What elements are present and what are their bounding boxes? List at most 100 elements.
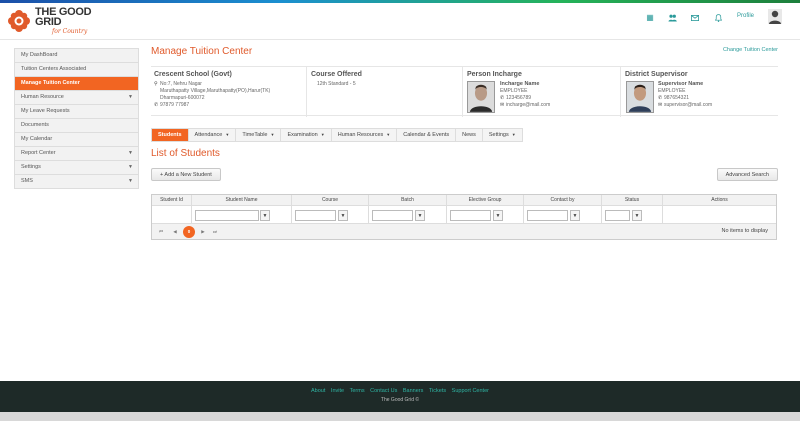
filter-icon[interactable]: ▼ bbox=[493, 210, 503, 221]
column-header[interactable]: Course bbox=[292, 195, 369, 205]
brand-tagline: for Country bbox=[52, 28, 88, 35]
incharge-role: EMPLOYEE bbox=[500, 88, 528, 94]
supervisor-email[interactable]: ✉ supervisor@mail.com bbox=[658, 102, 712, 109]
sidebar-item-documents[interactable]: Documents bbox=[15, 119, 138, 133]
tab-attendance[interactable]: Attendance ▼ bbox=[188, 129, 237, 141]
sidebar-item-label: My DashBoard bbox=[21, 52, 58, 58]
sidebar-item-label: My Calendar bbox=[21, 136, 53, 142]
course-filter-input[interactable] bbox=[295, 210, 336, 221]
last-page-icon[interactable]: ⏭ bbox=[211, 228, 219, 236]
next-page-icon[interactable]: ▶ bbox=[199, 228, 207, 236]
sidebar-item-manage-tuition-center[interactable]: Manage Tuition Center bbox=[15, 77, 138, 91]
page-footer: About Invite Terms Contact Us Banners Ti… bbox=[0, 381, 800, 412]
supervisor-role: EMPLOYEE bbox=[658, 88, 686, 94]
sidebar-item-label: Tuition Centers Associated bbox=[21, 66, 87, 72]
tab-examination[interactable]: Examination ▼ bbox=[281, 129, 332, 141]
add-student-button[interactable]: + Add a New Student bbox=[151, 168, 221, 181]
filter-icon[interactable]: ▼ bbox=[570, 210, 580, 221]
incharge-info: Person Incharge Incharge Name EMPLOYEE ✆… bbox=[464, 67, 621, 117]
course-value: 12th Standard - 5 bbox=[317, 81, 356, 87]
flower-logo-icon bbox=[8, 10, 30, 32]
footer-link-tickets[interactable]: Tickets bbox=[429, 388, 446, 394]
tab-timetable[interactable]: TimeTable ▼ bbox=[236, 129, 282, 141]
brand-name-line2: GRID bbox=[35, 16, 62, 28]
sidebar-item-sms[interactable]: SMS ▼ bbox=[15, 175, 138, 189]
column-header[interactable]: Status bbox=[602, 195, 663, 205]
footer-link-support[interactable]: Support Center bbox=[452, 388, 489, 394]
sidebar-item-label: Report Center bbox=[21, 150, 56, 156]
column-header[interactable]: Elective Group bbox=[447, 195, 524, 205]
student-name-filter-input[interactable] bbox=[195, 210, 259, 221]
current-page[interactable]: 0 bbox=[183, 226, 195, 238]
sidebar-item-calendar[interactable]: My Calendar bbox=[15, 133, 138, 147]
grid-pager: ⏮ ◀ 0 ▶ ⏭ No items to display bbox=[152, 224, 776, 239]
sidebar-item-label: Documents bbox=[21, 122, 49, 128]
brand-name: THE GOOD GRID bbox=[35, 7, 92, 28]
filter-icon[interactable]: ▼ bbox=[415, 210, 425, 221]
tab-settings[interactable]: Settings ▼ bbox=[482, 129, 522, 141]
caret-down-icon: ▼ bbox=[128, 164, 133, 170]
first-page-icon[interactable]: ⏮ bbox=[157, 228, 165, 236]
sidebar-item-label: My Leave Requests bbox=[21, 108, 70, 114]
sidebar-item-settings[interactable]: Settings ▼ bbox=[15, 161, 138, 175]
supervisor-heading: District Supervisor bbox=[625, 71, 688, 78]
column-header[interactable]: Contact by bbox=[524, 195, 602, 205]
grid-filter-row: ▼ ▼ ▼ ▼ ▼ ▼ bbox=[152, 206, 776, 224]
contact-by-filter-input[interactable] bbox=[527, 210, 568, 221]
prev-page-icon[interactable]: ◀ bbox=[171, 228, 179, 236]
tab-news[interactable]: News bbox=[456, 129, 483, 141]
filter-icon[interactable]: ▼ bbox=[632, 210, 642, 221]
status-filter-input[interactable] bbox=[605, 210, 630, 221]
column-header[interactable]: Batch bbox=[369, 195, 447, 205]
caret-down-icon: ▼ bbox=[511, 132, 516, 137]
bell-icon[interactable] bbox=[712, 12, 724, 24]
incharge-email[interactable]: ✉ incharge@mail.com bbox=[500, 102, 550, 109]
caret-down-icon: ▼ bbox=[270, 132, 275, 137]
course-info: Course Offered 12th Standard - 5 bbox=[308, 67, 463, 117]
filter-icon[interactable]: ▼ bbox=[338, 210, 348, 221]
grid-icon[interactable]: ▦ bbox=[644, 12, 656, 24]
tuition-center-info: Crescent School (Govt) ⚲ No:7, Nehru Naga… bbox=[151, 66, 778, 117]
batch-filter-input[interactable] bbox=[372, 210, 413, 221]
caret-down-icon: ▼ bbox=[225, 132, 230, 137]
footer-link-terms[interactable]: Terms bbox=[350, 388, 365, 394]
caret-down-icon: ▼ bbox=[320, 132, 325, 137]
column-header[interactable]: Student Id bbox=[152, 195, 192, 205]
footer-copyright: The Good Grid © bbox=[380, 397, 420, 403]
filter-icon[interactable]: ▼ bbox=[260, 210, 270, 221]
users-icon[interactable] bbox=[666, 12, 678, 24]
sidebar-item-dashboard[interactable]: My DashBoard bbox=[15, 49, 138, 63]
elective-group-filter-input[interactable] bbox=[450, 210, 491, 221]
sidebar-item-label: SMS bbox=[21, 178, 33, 184]
sidebar-nav: My DashBoard Tuition Centers Associated … bbox=[14, 48, 139, 189]
school-info: Crescent School (Govt) ⚲ No:7, Nehru Naga… bbox=[151, 67, 307, 117]
change-tuition-center-link[interactable]: Change Tuition Center bbox=[723, 47, 778, 53]
supervisor-name: Supervisor Name bbox=[658, 81, 704, 87]
incharge-phone: ✆ 123456789 bbox=[500, 95, 532, 101]
school-address-line3: Dharmapuri-600072 bbox=[160, 95, 205, 101]
column-header[interactable]: Student Name bbox=[192, 195, 292, 205]
user-avatar-icon[interactable] bbox=[768, 9, 782, 24]
profile-link[interactable]: Profile bbox=[737, 13, 754, 19]
school-address-line1: ⚲ No:7, Nehru Nagar bbox=[154, 81, 202, 87]
advanced-search-button[interactable]: Advanced Search bbox=[716, 168, 778, 181]
list-title: List of Students bbox=[151, 148, 220, 159]
sidebar-item-human-resource[interactable]: Human Resource ▼ bbox=[15, 91, 138, 105]
incharge-photo bbox=[467, 81, 495, 113]
footer-link-contact[interactable]: Contact Us bbox=[370, 388, 397, 394]
sidebar-item-leave-requests[interactable]: My Leave Requests bbox=[15, 105, 138, 119]
caret-down-icon: ▼ bbox=[128, 178, 133, 184]
footer-links: About Invite Terms Contact Us Banners Ti… bbox=[0, 388, 800, 394]
tab-students[interactable]: Students bbox=[152, 129, 189, 141]
footer-link-invite[interactable]: Invite bbox=[331, 388, 344, 394]
brand-logo[interactable]: THE GOOD GRID for Country bbox=[7, 7, 107, 37]
school-phone: ✆ 97879 77987 bbox=[154, 102, 190, 108]
incharge-name: Incharge Name bbox=[500, 81, 540, 87]
footer-link-banners[interactable]: Banners bbox=[403, 388, 424, 394]
footer-link-about[interactable]: About bbox=[311, 388, 325, 394]
mail-icon[interactable] bbox=[689, 12, 701, 24]
tab-human-resources[interactable]: Human Resources ▼ bbox=[331, 129, 398, 141]
tab-calendar-events[interactable]: Calendar & Events bbox=[397, 129, 457, 141]
sidebar-item-report-center[interactable]: Report Center ▼ bbox=[15, 147, 138, 161]
sidebar-item-tuition-centers[interactable]: Tuition Centers Associated bbox=[15, 63, 138, 77]
